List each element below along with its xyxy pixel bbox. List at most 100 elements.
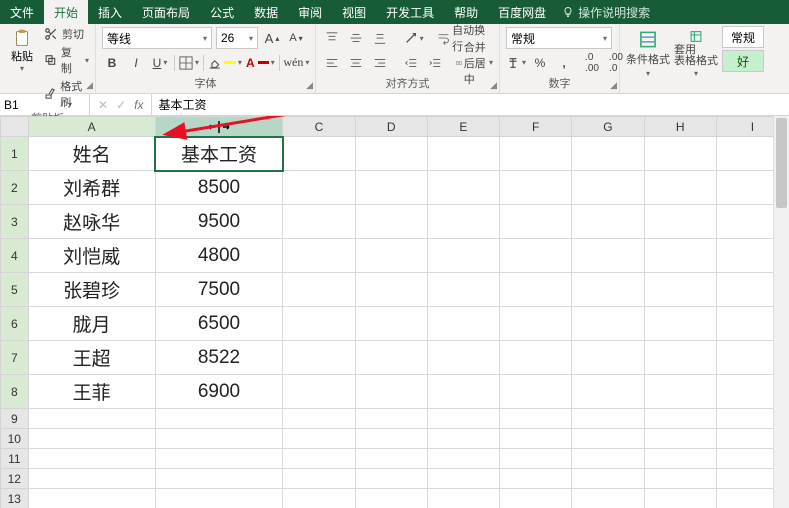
percent-button[interactable]: % [530, 53, 550, 73]
font-color-button[interactable]: A▾ [246, 53, 275, 73]
cell[interactable]: 刘希群 [28, 171, 155, 205]
dialog-launcher-icon[interactable]: ◢ [86, 80, 93, 91]
cell[interactable]: 6900 [155, 375, 283, 409]
cell[interactable]: 6500 [155, 307, 283, 341]
font-size-combo[interactable]: 26▾ [216, 27, 258, 49]
align-bottom-button[interactable] [370, 28, 390, 48]
column-header-B[interactable] [155, 117, 283, 137]
cell[interactable]: 王超 [28, 341, 155, 375]
column-header-F[interactable]: F [500, 117, 572, 137]
increase-indent-button[interactable] [425, 53, 445, 73]
format-as-table-button[interactable]: 套用 表格格式 ▾ [674, 26, 718, 78]
align-top-icon [325, 31, 339, 45]
tab-file[interactable]: 文件 [0, 0, 44, 24]
column-header-G[interactable]: G [572, 117, 644, 137]
column-header-C[interactable]: C [283, 117, 355, 137]
decrease-decimal-button[interactable]: .00.0 [606, 53, 626, 73]
align-middle-button[interactable] [346, 28, 366, 48]
cell[interactable]: 8500 [155, 171, 283, 205]
cell-B1[interactable]: 基本工资 [155, 137, 283, 171]
cell[interactable]: 8522 [155, 341, 283, 375]
dialog-launcher-icon[interactable]: ◢ [306, 80, 313, 91]
row-header[interactable]: 4 [1, 239, 29, 273]
align-center-button[interactable] [346, 53, 366, 73]
font-name-combo[interactable]: 等线▾ [102, 27, 212, 49]
tell-me-search[interactable]: 操作说明搜索 [562, 0, 650, 24]
orientation-button[interactable]: ▾ [404, 28, 424, 48]
row-header[interactable]: 6 [1, 307, 29, 341]
cell[interactable]: 7500 [155, 273, 283, 307]
underline-button[interactable]: U▾ [150, 53, 170, 73]
decrease-font-button[interactable]: A▾ [286, 28, 306, 48]
merge-center-button[interactable]: 合并后居中▾ [456, 53, 493, 73]
number-format-combo[interactable]: 常规▾ [506, 27, 612, 49]
cell[interactable]: 4800 [155, 239, 283, 273]
tab-help[interactable]: 帮助 [444, 0, 488, 24]
increase-font-button[interactable]: A▴ [262, 28, 282, 48]
tab-insert[interactable]: 插入 [88, 0, 132, 24]
accept-formula-icon[interactable]: ✓ [116, 98, 126, 112]
select-all-corner[interactable] [1, 117, 29, 137]
row-header[interactable]: 9 [1, 409, 29, 429]
column-header-D[interactable]: D [355, 117, 427, 137]
style-good[interactable]: 好 [722, 50, 764, 72]
row-header[interactable]: 2 [1, 171, 29, 205]
vertical-scrollbar[interactable] [773, 116, 789, 508]
align-top-button[interactable] [322, 28, 342, 48]
increase-decimal-button[interactable]: .0.00 [582, 53, 602, 73]
accounting-format-button[interactable]: ▾ [506, 53, 526, 73]
formula-input[interactable] [152, 94, 789, 115]
column-header-A[interactable]: A [28, 117, 155, 137]
scrollbar-thumb[interactable] [776, 118, 787, 208]
conditional-formatting-button[interactable]: 条件格式 ▾ [626, 26, 670, 78]
align-left-button[interactable] [322, 53, 342, 73]
column-header-H[interactable]: H [644, 117, 716, 137]
dialog-launcher-icon[interactable]: ◢ [490, 80, 497, 91]
worksheet-grid[interactable]: A C D E F G H I 1 姓名 基本工资 2刘希群8500 3赵咏华9… [0, 116, 789, 508]
row-header[interactable]: 3 [1, 205, 29, 239]
cell[interactable]: 刘恺威 [28, 239, 155, 273]
row-header[interactable]: 13 [1, 489, 29, 508]
tab-formulas[interactable]: 公式 [200, 0, 244, 24]
formula-bar: ▾ ✕ ✓ fx [0, 94, 789, 116]
row-header[interactable]: 7 [1, 341, 29, 375]
tab-baidu[interactable]: 百度网盘 [488, 0, 556, 24]
fx-icon[interactable]: fx [134, 98, 143, 112]
column-header-E[interactable]: E [427, 117, 499, 137]
align-right-button[interactable] [370, 53, 390, 73]
borders-button[interactable]: ▾ [179, 53, 199, 73]
phonetic-button[interactable]: wén▾ [284, 53, 309, 73]
tab-data[interactable]: 数据 [244, 0, 288, 24]
copy-button[interactable]: 复制▾ [44, 44, 89, 76]
dialog-launcher-icon[interactable]: ◢ [610, 80, 617, 91]
row-header[interactable]: 10 [1, 429, 29, 449]
style-normal[interactable]: 常规 [722, 26, 764, 48]
cell-A1[interactable]: 姓名 [28, 137, 155, 171]
italic-button[interactable]: I [126, 53, 146, 73]
brush-icon [44, 87, 56, 101]
row-header[interactable]: 11 [1, 449, 29, 469]
bold-button[interactable]: B [102, 53, 122, 73]
tab-home[interactable]: 开始 [44, 0, 88, 24]
tab-page-layout[interactable]: 页面布局 [132, 0, 200, 24]
tab-review[interactable]: 审阅 [288, 0, 332, 24]
fill-color-button[interactable]: ▾ [208, 53, 242, 73]
comma-button[interactable]: , [554, 53, 574, 73]
cell[interactable]: 9500 [155, 205, 283, 239]
cut-button[interactable]: 剪切 [44, 26, 89, 42]
cell[interactable]: 张碧珍 [28, 273, 155, 307]
format-painter-button[interactable]: 格式刷 [44, 78, 89, 110]
row-header[interactable]: 1 [1, 137, 29, 171]
cancel-formula-icon[interactable]: ✕ [98, 98, 108, 112]
row-header[interactable]: 8 [1, 375, 29, 409]
cell[interactable]: 王菲 [28, 375, 155, 409]
table-format-icon [685, 30, 707, 43]
paste-button[interactable]: 粘贴 ▾ [6, 26, 38, 74]
row-header[interactable]: 12 [1, 469, 29, 489]
cell[interactable]: 胧月 [28, 307, 155, 341]
cell[interactable]: 赵咏华 [28, 205, 155, 239]
tab-developer[interactable]: 开发工具 [376, 0, 444, 24]
decrease-indent-button[interactable] [401, 53, 421, 73]
tab-view[interactable]: 视图 [332, 0, 376, 24]
row-header[interactable]: 5 [1, 273, 29, 307]
